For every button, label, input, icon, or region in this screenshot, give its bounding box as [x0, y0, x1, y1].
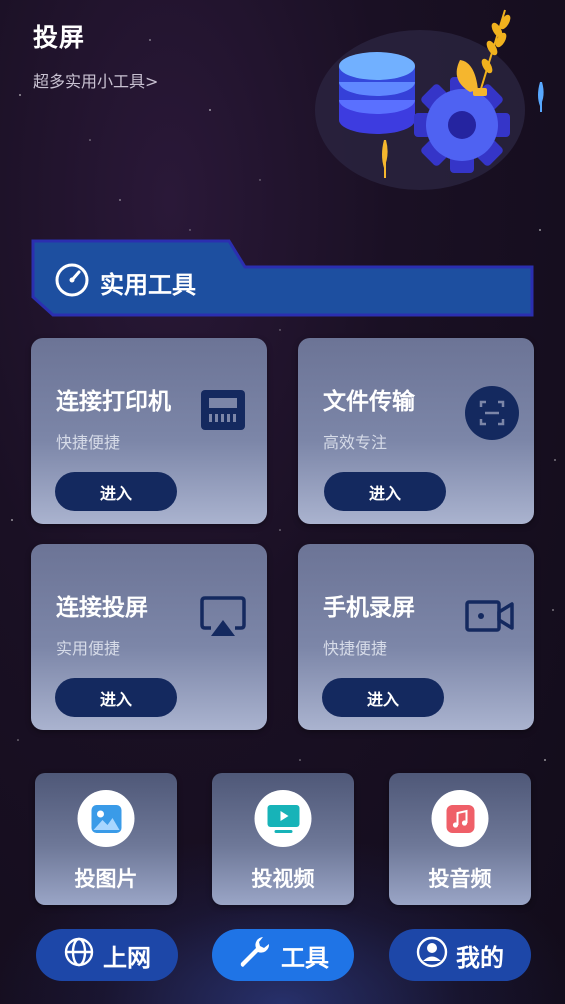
- tool-label: 投音频: [428, 867, 492, 891]
- nav-label: 我的: [456, 943, 504, 972]
- card-file-transfer[interactable]: 文件传输 高效专注 进入: [298, 338, 534, 524]
- card-subtitle: 高效专注: [323, 433, 388, 452]
- card-screen-record[interactable]: 手机录屏 快捷便捷 进入: [298, 544, 534, 730]
- airplay-icon: [197, 590, 249, 642]
- card-screen-cast[interactable]: 连接投屏 实用便捷 进入: [31, 544, 267, 730]
- tool-cast-audio[interactable]: 投音频: [389, 773, 531, 905]
- header: 投屏 超多实用小工具>: [33, 18, 158, 92]
- globe-icon: [63, 936, 95, 974]
- video-camera-icon: [464, 590, 516, 642]
- page-title: 投屏: [33, 23, 86, 52]
- card-printer[interactable]: 连接打印机 快捷便捷 进入: [31, 338, 267, 524]
- enter-button[interactable]: 进入: [55, 678, 177, 717]
- tool-cast-image[interactable]: 投图片: [35, 773, 177, 905]
- card-title: 连接打印机: [56, 389, 171, 415]
- music-icon: [431, 790, 489, 847]
- nav-profile[interactable]: 我的: [389, 929, 531, 981]
- card-subtitle: 快捷便捷: [323, 639, 388, 658]
- section-header: 实用工具: [54, 262, 196, 302]
- card-title: 手机录屏: [323, 595, 415, 621]
- nav-tools[interactable]: 工具: [212, 929, 354, 981]
- scan-icon: [464, 385, 520, 441]
- wrench-icon: [237, 934, 273, 976]
- enter-button[interactable]: 进入: [322, 678, 444, 717]
- nav-label: 上网: [103, 943, 151, 972]
- user-icon: [416, 936, 448, 974]
- card-title: 连接投屏: [56, 595, 148, 621]
- card-subtitle: 实用便捷: [56, 639, 121, 658]
- card-title: 文件传输: [323, 389, 415, 415]
- section-title: 实用工具: [100, 270, 196, 299]
- printer-icon: [197, 384, 249, 436]
- subtitle-link[interactable]: 超多实用小工具>: [33, 68, 158, 92]
- image-icon: [77, 790, 135, 847]
- card-subtitle: 快捷便捷: [56, 433, 121, 452]
- enter-button[interactable]: 进入: [324, 472, 446, 511]
- tool-cast-video[interactable]: 投视频: [212, 773, 354, 905]
- gauge-icon: [54, 262, 90, 302]
- video-play-icon: [254, 790, 312, 847]
- nav-internet[interactable]: 上网: [36, 929, 178, 981]
- tool-label: 投视频: [251, 867, 315, 891]
- tool-label: 投图片: [74, 867, 138, 891]
- nav-label: 工具: [281, 943, 329, 972]
- hero-illustration: [315, 9, 544, 190]
- enter-button[interactable]: 进入: [55, 472, 177, 511]
